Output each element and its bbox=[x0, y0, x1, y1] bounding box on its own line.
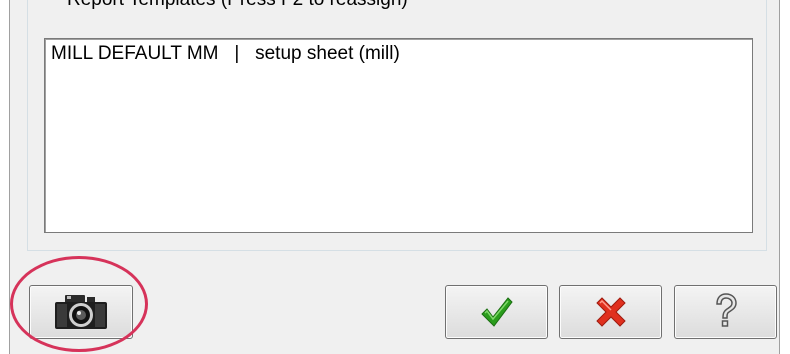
ok-button[interactable] bbox=[445, 285, 548, 339]
window-frame-right bbox=[779, 0, 790, 354]
report-templates-listbox[interactable]: MILL DEFAULT MM | setup sheet (mill) bbox=[44, 38, 753, 233]
red-x-icon bbox=[595, 297, 626, 327]
window-frame-left bbox=[0, 0, 10, 354]
list-item[interactable]: MILL DEFAULT MM | setup sheet (mill) bbox=[51, 43, 746, 65]
help-button[interactable] bbox=[674, 285, 777, 339]
cancel-button[interactable] bbox=[559, 285, 662, 339]
groupbox-label: Report Templates (Press F2 to reassign) bbox=[64, 0, 411, 12]
camera-button[interactable] bbox=[29, 285, 133, 339]
report-templates-dialog: Report Templates (Press F2 to reassign) … bbox=[0, 0, 790, 354]
checkmark-icon bbox=[480, 297, 513, 327]
camera-icon bbox=[55, 295, 107, 329]
question-mark-icon bbox=[715, 293, 737, 327]
